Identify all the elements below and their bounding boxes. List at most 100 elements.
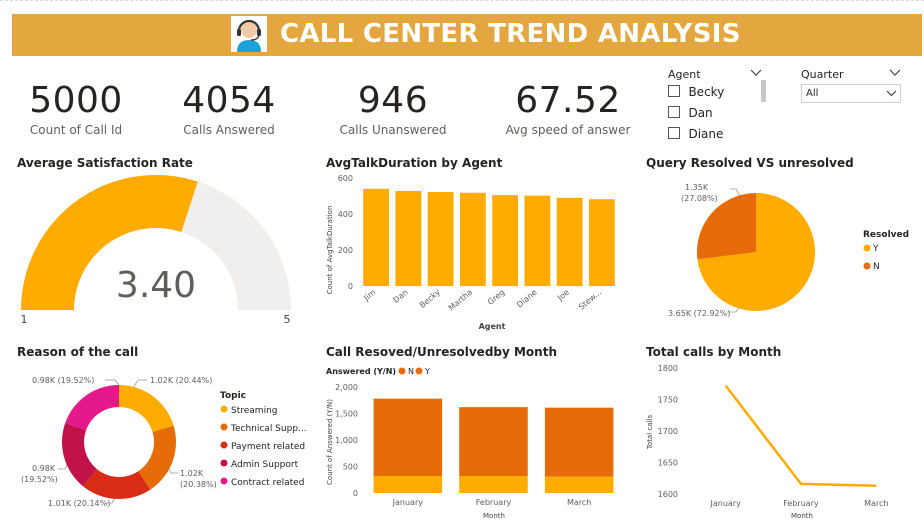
y-tick-label: 1700 bbox=[658, 427, 678, 436]
legend-label: N bbox=[873, 262, 880, 272]
agent-option-becky[interactable]: Becky bbox=[668, 84, 724, 102]
operator-headset-icon bbox=[231, 16, 267, 52]
gauge-title: Average Satisfaction Rate bbox=[17, 156, 193, 170]
bar bbox=[492, 195, 519, 286]
checkbox[interactable] bbox=[668, 106, 680, 118]
gauge-min: 1 bbox=[21, 313, 28, 326]
leader-line bbox=[730, 188, 741, 197]
slice-label: 0.98K bbox=[32, 464, 56, 473]
y-tick-label: 400 bbox=[338, 210, 353, 219]
gauge-value: 3.40 bbox=[116, 265, 196, 306]
reason-donut-chart[interactable]: 1.02K (20.44%) 0.98K (19.52%) 1.02K (20.… bbox=[10, 362, 310, 522]
leader-line bbox=[132, 379, 147, 389]
agent-option-diane[interactable]: Diane bbox=[668, 126, 723, 144]
quarter-slicer: Quarter All bbox=[801, 66, 901, 106]
total-calls-line-chart[interactable]: Total calls Month 1600 1650 1700 1750 1800 Ja… bbox=[642, 362, 922, 524]
y-tick-label: 200 bbox=[338, 246, 353, 255]
y-tick-label: 500 bbox=[343, 463, 358, 472]
y-tick-label: 0 bbox=[348, 282, 353, 291]
bar bbox=[459, 192, 486, 286]
bar bbox=[588, 199, 615, 286]
monthly-stacked-chart[interactable]: Answered (Y/N) N Y Count of Answered (Y/… bbox=[322, 362, 632, 524]
slice-label: (27.08%) bbox=[681, 194, 718, 203]
agent-option-label: Dan bbox=[688, 106, 713, 120]
y-tick-label: 1,000 bbox=[335, 436, 358, 445]
legend-label: Streaming bbox=[231, 406, 277, 416]
checkbox[interactable] bbox=[668, 127, 680, 139]
chevron-down-icon bbox=[886, 90, 897, 97]
slice-label: 0.98K (19.52%) bbox=[32, 376, 94, 385]
slice-label: 1.35K bbox=[685, 183, 709, 192]
satisfaction-gauge[interactable]: 3.40 1 5 bbox=[10, 175, 310, 330]
legend-label: Contract related bbox=[231, 478, 304, 488]
talk-duration-chart[interactable]: Count of AvgTalkDuration Agent 0 200 400 60… bbox=[322, 170, 622, 335]
bar bbox=[556, 197, 583, 286]
x-tick-label: Stew... bbox=[577, 288, 603, 312]
y-tick-label: 1750 bbox=[658, 396, 678, 405]
x-tick-label: February bbox=[476, 498, 512, 507]
kpi-value: 67.52 bbox=[515, 80, 621, 121]
x-tick-label: February bbox=[783, 499, 819, 508]
stacked-bar-segment bbox=[373, 398, 443, 477]
legend-marker bbox=[415, 367, 423, 375]
chevron-down-icon[interactable] bbox=[750, 69, 762, 77]
x-tick-label: January bbox=[392, 498, 424, 507]
kpi-card: 946 Calls Unanswered bbox=[293, 80, 493, 137]
x-tick-label: Martha bbox=[447, 288, 474, 313]
kpi-label: Avg speed of answer bbox=[505, 123, 631, 137]
top-frame-border bbox=[0, 0, 924, 6]
legend-marker bbox=[863, 244, 871, 252]
quarter-selected-value: All bbox=[806, 88, 819, 99]
legend-title: Topic bbox=[220, 391, 246, 401]
x-tick-label: March bbox=[567, 498, 591, 507]
stacked-bar-segment bbox=[459, 407, 528, 477]
y-axis-label: Count of AvgTalkDuration bbox=[326, 206, 334, 295]
slice-label: 1.02K (20.44%) bbox=[150, 376, 212, 385]
y-axis-label: Total calls bbox=[646, 415, 654, 451]
y-tick-label: 1600 bbox=[658, 490, 678, 499]
checkbox[interactable] bbox=[668, 85, 680, 97]
slicer-scrollbar[interactable] bbox=[761, 80, 766, 102]
legend-label: N bbox=[408, 367, 414, 376]
quarter-dropdown[interactable]: All bbox=[801, 84, 901, 103]
kpi-card: 67.52 Avg speed of answer bbox=[468, 80, 668, 137]
legend-marker bbox=[220, 459, 228, 467]
x-tick-label: Dan bbox=[392, 288, 410, 305]
slice-label: 3.65K (72.92%) bbox=[668, 309, 730, 318]
legend-label: Technical Supp... bbox=[230, 424, 307, 434]
legend-marker bbox=[220, 423, 228, 431]
legend-title: Answered (Y/N) bbox=[326, 367, 396, 376]
y-tick-label: 0 bbox=[353, 489, 358, 498]
reason-chart-title: Reason of the call bbox=[17, 345, 139, 359]
agent-slicer: Agent Becky Dan Diane bbox=[668, 66, 768, 146]
x-tick-label: March bbox=[864, 499, 888, 508]
legend-marker bbox=[863, 262, 871, 270]
slice-label: 1.02K bbox=[180, 469, 204, 478]
legend-marker bbox=[220, 441, 228, 449]
x-axis-label: Month bbox=[791, 512, 813, 520]
quarter-slicer-title: Quarter bbox=[801, 68, 844, 81]
resolved-pie-chart[interactable]: 1.35K (27.08%) 3.65K (72.92%) Resolved Y… bbox=[660, 172, 924, 332]
agent-option-label: Diane bbox=[688, 127, 724, 141]
legend-title: Resolved bbox=[863, 230, 909, 240]
legend-marker bbox=[220, 405, 228, 413]
bar bbox=[524, 195, 551, 286]
legend-marker bbox=[220, 477, 228, 485]
chevron-down-icon[interactable] bbox=[889, 69, 901, 77]
legend-marker bbox=[398, 367, 406, 375]
y-tick-label: 1,500 bbox=[335, 410, 358, 419]
stacked-bar-segment bbox=[459, 476, 528, 493]
line-series bbox=[724, 384, 877, 488]
kpi-value: 946 bbox=[357, 80, 429, 121]
kpi-label: Calls Unanswered bbox=[339, 123, 447, 137]
bar bbox=[395, 190, 422, 286]
y-tick-label: 600 bbox=[338, 174, 353, 183]
agent-option-dan[interactable]: Dan bbox=[668, 105, 713, 123]
donut-slice bbox=[65, 385, 119, 431]
agent-slicer-title: Agent bbox=[668, 68, 701, 81]
stacked-bar-segment bbox=[544, 476, 614, 493]
stacked-bar-segment bbox=[544, 407, 614, 477]
y-tick-label: 2,000 bbox=[335, 383, 358, 392]
bar bbox=[363, 188, 390, 286]
title-banner: CALL CENTER TREND ANALYSIS bbox=[12, 14, 922, 56]
